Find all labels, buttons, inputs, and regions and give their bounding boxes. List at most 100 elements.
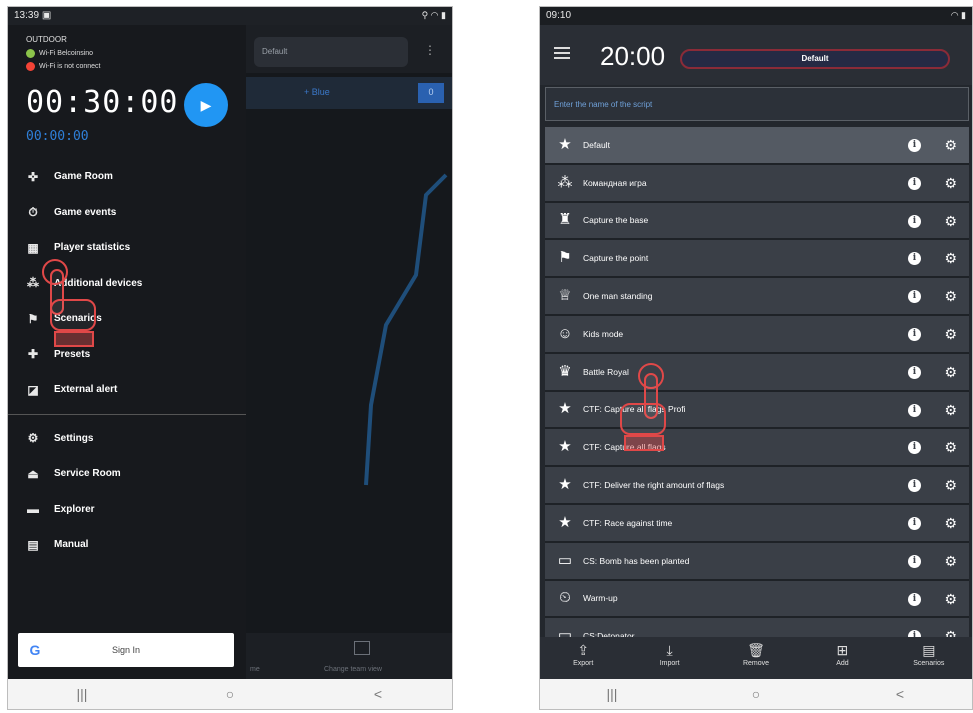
team-bar: + Blue 0 xyxy=(246,77,452,109)
script-row[interactable]: ★ CTF: Race against time i ⚙ xyxy=(545,504,969,543)
gear-icon[interactable]: ⚙ xyxy=(944,213,957,230)
more-icon[interactable]: ⋮ xyxy=(424,43,436,57)
bomb-icon: ▭ xyxy=(557,551,573,569)
menu-icon[interactable] xyxy=(554,47,570,59)
home-button[interactable]: ○ xyxy=(726,686,786,702)
crown-icon: ♛ xyxy=(558,362,572,380)
script-row[interactable]: ♕ One man standing i ⚙ xyxy=(545,278,969,316)
star-icon: ★ xyxy=(558,400,572,418)
timer-icon: ⏱ xyxy=(28,205,38,220)
star-icon: ★ xyxy=(558,513,572,531)
play-button[interactable]: ▶ xyxy=(184,83,228,127)
play-icon: ▶ xyxy=(200,97,212,113)
system-nav-bar: ||| ○ < xyxy=(8,679,452,709)
gear-icon[interactable]: ⚙ xyxy=(944,326,957,343)
info-icon[interactable]: i xyxy=(908,139,921,152)
wifi-status-ok: Wi-Fi Belcoinsino xyxy=(26,49,93,58)
folder-icon: ▬ xyxy=(27,502,39,517)
info-icon[interactable]: i xyxy=(908,214,921,228)
wifi-status-error: Wi-Fi is not connect xyxy=(26,62,100,71)
gear-icon[interactable]: ⚙ xyxy=(944,591,957,608)
back-button[interactable]: < xyxy=(348,686,408,702)
team-view-icon[interactable] xyxy=(354,641,370,655)
info-icon[interactable]: i xyxy=(908,290,921,304)
info-icon[interactable]: i xyxy=(908,403,921,417)
gear-icon[interactable]: ⚙ xyxy=(944,515,957,532)
sign-in-label: Sign In xyxy=(111,645,141,655)
google-sign-in-button[interactable]: G Sign In xyxy=(18,633,234,667)
script-row[interactable]: ☺ Kids mode i ⚙ xyxy=(545,315,969,354)
bottom-toolbar: ⇪ Export ⤓ Import 🗑 Remove ⊞ Add ▤ Scenarios xyxy=(540,637,972,679)
info-icon[interactable]: i xyxy=(908,592,921,606)
wifi-error-icon xyxy=(26,62,35,71)
info-icon[interactable]: i xyxy=(908,441,921,455)
gear-icon[interactable]: ⚙ xyxy=(944,553,957,570)
stopwatch-icon: ⏲ xyxy=(559,589,571,607)
script-label: Capture the base xyxy=(583,215,649,226)
system-nav-bar: ||| ○ < xyxy=(540,679,972,709)
gear-icon: ⚙ xyxy=(27,431,39,446)
script-row[interactable]: ⚑ Capture the point i ⚙ xyxy=(545,240,969,279)
trophy-icon: ♕ xyxy=(558,287,572,305)
script-label: One man standing xyxy=(583,291,653,302)
bottom-label-left: me xyxy=(250,666,260,673)
drawer-menu: ✜ Game Room ⏱ Game events ▦ Player statistics… xyxy=(8,159,246,563)
import-button[interactable]: ⤓ Import xyxy=(626,637,712,679)
drawer-item-settings[interactable]: ⚙ Settings xyxy=(8,421,246,457)
export-button[interactable]: ⇪ Export xyxy=(540,637,626,679)
script-search-input[interactable]: Enter the name of the script xyxy=(545,87,969,121)
toolbar-label: Remove xyxy=(742,660,770,667)
game-timer: 20:00 xyxy=(600,41,666,71)
import-icon: ⤓ xyxy=(666,642,673,658)
back-button[interactable]: < xyxy=(870,686,930,702)
flag-icon: ⚑ xyxy=(558,249,572,267)
info-icon[interactable]: i xyxy=(908,327,921,341)
background-bottom-bar: me Change team view xyxy=(246,633,452,679)
script-row[interactable]: ★ CTF: Deliver the right amount of flags i… xyxy=(545,467,969,505)
change-team-view-label[interactable]: Change team view xyxy=(324,666,382,673)
gear-icon[interactable]: ⚙ xyxy=(944,288,957,305)
add-button[interactable]: ⊞ Add xyxy=(799,637,885,679)
info-icon[interactable]: i xyxy=(908,479,921,493)
drawer-item-external-alert[interactable]: ◪ External alert xyxy=(8,372,246,408)
info-icon[interactable]: i xyxy=(908,516,921,530)
gear-icon[interactable]: ⚙ xyxy=(944,439,957,456)
script-pill[interactable]: Default xyxy=(254,37,408,67)
gear-icon[interactable]: ⚙ xyxy=(944,250,957,267)
drawer-item-service-room[interactable]: ⏏ Service Room xyxy=(8,456,246,492)
info-icon[interactable]: i xyxy=(908,365,921,379)
script-label: CTF: Race against time xyxy=(583,517,673,528)
wifi-ok-icon xyxy=(26,49,35,58)
info-icon[interactable]: i xyxy=(908,252,921,266)
scenarios-button[interactable]: ▤ Scenarios xyxy=(886,637,972,679)
remove-button[interactable]: 🗑 Remove xyxy=(713,637,799,679)
current-script-pill[interactable]: Default xyxy=(680,49,950,69)
recents-button[interactable]: ||| xyxy=(52,686,112,702)
smile-icon: ☺ xyxy=(557,324,573,342)
drawer-item-manual[interactable]: ▤ Manual xyxy=(8,527,246,563)
recents-button[interactable]: ||| xyxy=(582,686,642,702)
script-row[interactable]: ▭ CS: Bomb has been planted i ⚙ xyxy=(545,542,969,581)
gear-icon[interactable]: ⚙ xyxy=(944,364,957,381)
stats-icon: ▦ xyxy=(27,240,39,255)
menu-divider xyxy=(8,413,246,415)
info-icon[interactable]: i xyxy=(908,554,921,568)
info-icon[interactable]: i xyxy=(908,176,921,190)
script-row[interactable]: ⏲ Warm-up i ⚙ xyxy=(545,580,969,619)
gear-icon[interactable]: ⚙ xyxy=(944,175,957,192)
drawer-item-explorer[interactable]: ▬ Explorer xyxy=(8,492,246,528)
script-label: Командная игра xyxy=(583,177,647,188)
script-row[interactable]: ★ Default i ⚙ xyxy=(545,127,969,165)
gear-icon[interactable]: ⚙ xyxy=(944,477,957,494)
script-row[interactable]: ♜ Capture the base i ⚙ xyxy=(545,202,969,241)
gear-icon[interactable]: ⚙ xyxy=(944,137,957,154)
team-count-button[interactable]: 0 xyxy=(418,83,444,103)
gear-icon[interactable]: ⚙ xyxy=(944,402,957,419)
image-icon: ▣ xyxy=(41,10,52,21)
home-button[interactable]: ○ xyxy=(200,686,260,702)
drawer-item-label: Game Room xyxy=(54,171,113,183)
script-row[interactable]: ⁂ Командная игра i ⚙ xyxy=(545,164,969,203)
drawer-item-game-room[interactable]: ✜ Game Room xyxy=(8,159,246,195)
mode-label: OUTDOOR xyxy=(26,35,67,44)
drawer-item-game-events[interactable]: ⏱ Game events xyxy=(8,195,246,231)
